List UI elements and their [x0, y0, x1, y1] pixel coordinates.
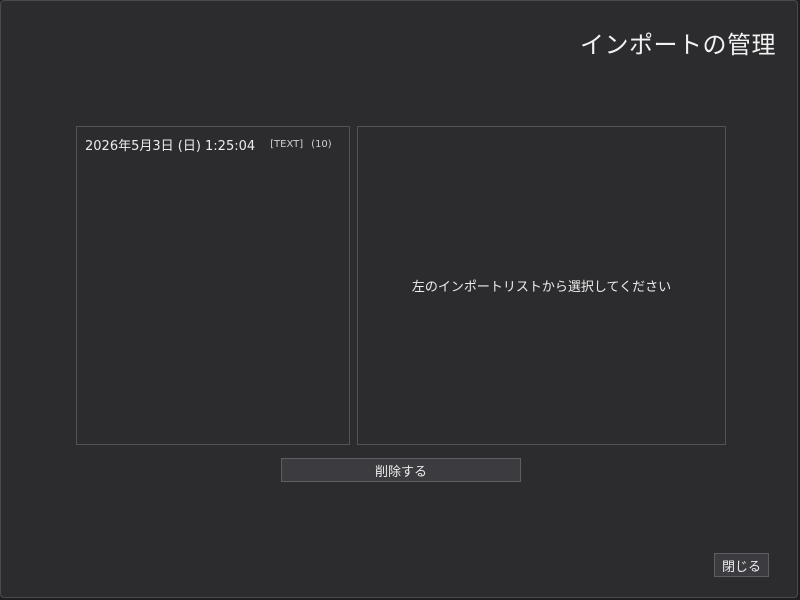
- close-button[interactable]: 閉じる: [714, 553, 769, 577]
- import-type-badge: [TEXT]: [270, 138, 304, 150]
- detail-placeholder-text: 左のインポートリストから選択してください: [411, 280, 672, 295]
- import-detail-panel: 左のインポートリストから選択してください: [357, 126, 726, 445]
- import-manager-dialog: インポートの管理 2026年5月3日 (日) 1:25:04 [TEXT] (1…: [0, 0, 798, 598]
- import-count: (10): [311, 138, 332, 150]
- dialog-title: インポートの管理: [580, 31, 776, 59]
- import-list[interactable]: 2026年5月3日 (日) 1:25:04 [TEXT] (10): [76, 126, 350, 445]
- import-datetime: 2026年5月3日 (日) 1:25:04: [85, 138, 256, 154]
- delete-button[interactable]: 削除する: [281, 458, 521, 482]
- list-item[interactable]: 2026年5月3日 (日) 1:25:04 [TEXT] (10): [85, 135, 343, 154]
